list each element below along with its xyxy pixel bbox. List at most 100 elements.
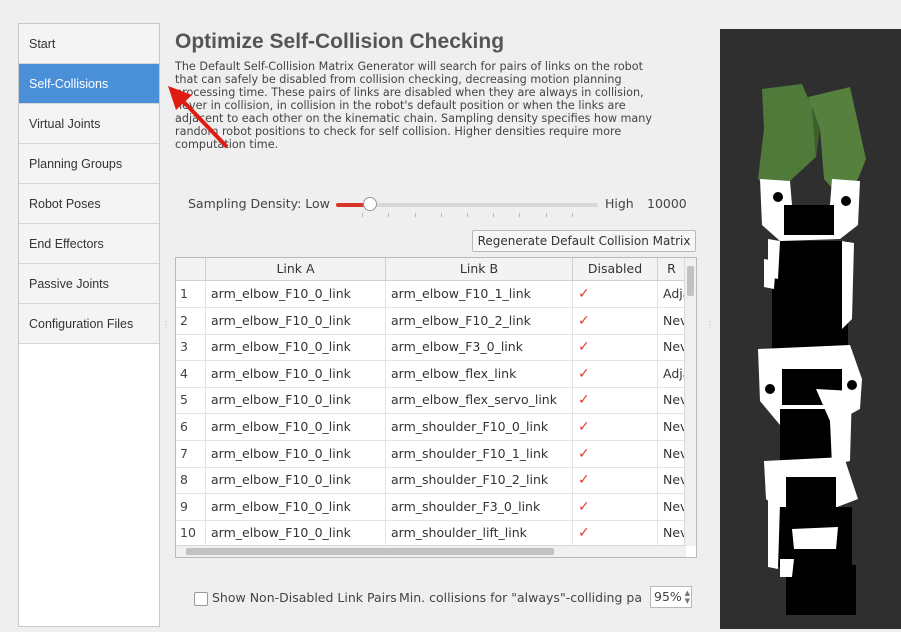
sidebar-item-start[interactable]: Start xyxy=(19,24,159,64)
description-line: random robot positions to check for self… xyxy=(175,125,622,138)
cell-disabled-checkbox[interactable]: ✓ xyxy=(573,307,658,334)
cell-link-a: arm_elbow_F10_0_link xyxy=(206,414,386,440)
vertical-scroll-thumb[interactable] xyxy=(687,266,694,296)
cell-reason: Adja xyxy=(658,281,686,307)
sidebar-item-virtual-joints[interactable]: Virtual Joints xyxy=(19,104,159,144)
table-row[interactable]: 5 arm_elbow_F10_0_link arm_elbow_flex_serv… xyxy=(176,387,686,415)
cell-disabled-checkbox[interactable]: ✓ xyxy=(573,467,658,494)
sidebar-item-end-effectors[interactable]: End Effectors xyxy=(19,224,159,264)
spin-down-icon[interactable]: ▼ xyxy=(685,597,690,605)
sampling-density-label: Sampling Density: Low xyxy=(188,196,330,211)
sidebar-item-robot-poses[interactable]: Robot Poses xyxy=(19,184,159,224)
sampling-density-row: Sampling Density: Low High 10000 xyxy=(188,195,708,217)
cell-disabled-checkbox[interactable]: ✓ xyxy=(573,493,658,520)
slider-handle[interactable] xyxy=(363,197,378,211)
sidebar-item-self-collisions[interactable]: Self-Collisions xyxy=(19,64,159,104)
cell-link-b: arm_elbow_F10_2_link xyxy=(386,307,573,334)
robot-3d-viewport[interactable] xyxy=(720,29,901,629)
cell-disabled-checkbox[interactable]: ✓ xyxy=(573,360,658,387)
splitter-handle-left-icon[interactable]: ⋮ xyxy=(162,320,170,329)
description-line: computation time. xyxy=(175,138,279,151)
cell-link-a: arm_elbow_F10_0_link xyxy=(206,307,386,334)
regenerate-collision-matrix-button[interactable]: Regenerate Default Collision Matrix xyxy=(472,230,696,252)
description-line: adjacent to each other on the kinematic … xyxy=(175,112,652,125)
table-row[interactable]: 10 arm_elbow_F10_0_link arm_shoulder_lift_… xyxy=(176,520,686,548)
table-row[interactable]: 4 arm_elbow_F10_0_link arm_elbow_flex_link… xyxy=(176,360,686,388)
cell-link-b: arm_shoulder_F10_2_link xyxy=(386,467,573,494)
table-row[interactable]: 2 arm_elbow_F10_0_link arm_elbow_F10_2_lin… xyxy=(176,307,686,335)
cell-disabled-checkbox[interactable]: ✓ xyxy=(573,520,658,547)
slider-tick xyxy=(519,213,521,217)
sidebar-item-configuration-files[interactable]: Configuration Files xyxy=(19,304,159,344)
cell-link-b: arm_elbow_flex_servo_link xyxy=(386,387,573,414)
cell-link-b: arm_elbow_F10_1_link xyxy=(386,281,573,307)
collision-matrix-table: Link A Link B Disabled R 1 arm_elbow_F10_… xyxy=(175,257,697,558)
cell-link-b: arm_shoulder_F10_1_link xyxy=(386,440,573,467)
column-header-reason[interactable]: R xyxy=(658,258,686,280)
sampling-density-value: 10000 xyxy=(647,196,687,211)
cell-link-a: arm_elbow_F10_0_link xyxy=(206,493,386,520)
check-icon[interactable]: ✓ xyxy=(578,525,590,541)
spin-up-icon[interactable]: ▲ xyxy=(685,589,690,597)
description-line: that can safely be disabled from collisi… xyxy=(175,73,622,86)
table-row[interactable]: 8 arm_elbow_F10_0_link arm_shoulder_F10_2_… xyxy=(176,467,686,495)
cell-reason: Nev xyxy=(658,493,686,520)
cell-reason: Nev xyxy=(658,467,686,494)
cell-reason: Nev xyxy=(658,387,686,414)
cell-index: 2 xyxy=(176,307,206,334)
cell-link-a: arm_elbow_F10_0_link xyxy=(206,467,386,494)
cell-link-a: arm_elbow_F10_0_link xyxy=(206,440,386,467)
min-collisions-label: Min. collisions for "always"-colliding p… xyxy=(399,590,642,605)
slider-tick xyxy=(440,213,442,217)
cell-disabled-checkbox[interactable]: ✓ xyxy=(573,440,658,467)
column-header-link-a[interactable]: Link A xyxy=(206,258,386,280)
table-row[interactable]: 7 arm_elbow_F10_0_link arm_shoulder_F10_1_… xyxy=(176,440,686,468)
cell-index: 3 xyxy=(176,334,206,361)
table-row[interactable]: 9 arm_elbow_F10_0_link arm_shoulder_F3_0_l… xyxy=(176,493,686,521)
cell-disabled-checkbox[interactable]: ✓ xyxy=(573,387,658,414)
table-horizontal-scrollbar[interactable] xyxy=(176,545,686,557)
cell-reason: Adja xyxy=(658,360,686,387)
table-vertical-scrollbar[interactable] xyxy=(684,258,696,546)
min-collisions-value: 95% xyxy=(654,589,682,604)
column-header-disabled[interactable]: Disabled xyxy=(573,258,658,280)
table-row[interactable]: 3 arm_elbow_F10_0_link arm_elbow_F3_0_link… xyxy=(176,334,686,362)
sidebar-item-passive-joints[interactable]: Passive Joints xyxy=(19,264,159,304)
check-icon[interactable]: ✓ xyxy=(578,339,590,355)
min-collisions-spinbox[interactable]: 95% ▲ ▼ xyxy=(650,586,692,608)
slider-tick xyxy=(545,213,547,217)
cell-reason: Nev xyxy=(658,520,686,547)
horizontal-scroll-thumb[interactable] xyxy=(186,548,554,555)
spin-arrows[interactable]: ▲ ▼ xyxy=(685,589,690,605)
cell-link-b: arm_shoulder_lift_link xyxy=(386,520,573,547)
slider-tick xyxy=(493,213,495,217)
check-icon[interactable]: ✓ xyxy=(578,366,590,382)
cell-disabled-checkbox[interactable]: ✓ xyxy=(573,281,658,307)
sampling-density-slider[interactable] xyxy=(336,197,598,217)
servo-block-icon xyxy=(764,239,854,351)
splitter-handle-right-icon[interactable]: ⋮ xyxy=(706,320,714,329)
check-icon[interactable]: ✓ xyxy=(578,286,590,302)
check-icon[interactable]: ✓ xyxy=(578,419,590,435)
cell-reason: Nev xyxy=(658,440,686,467)
check-icon[interactable]: ✓ xyxy=(578,313,590,329)
cell-reason: Nev xyxy=(658,334,686,361)
cell-index: 6 xyxy=(176,414,206,440)
check-icon[interactable]: ✓ xyxy=(578,472,590,488)
table-row[interactable]: 1 arm_elbow_F10_0_link arm_elbow_F10_1_lin… xyxy=(176,281,686,308)
column-header-link-b[interactable]: Link B xyxy=(386,258,573,280)
cell-index: 5 xyxy=(176,387,206,414)
check-icon[interactable]: ✓ xyxy=(578,446,590,462)
check-icon[interactable]: ✓ xyxy=(578,392,590,408)
check-icon[interactable]: ✓ xyxy=(578,499,590,515)
column-header-index[interactable] xyxy=(176,258,206,280)
sidebar-item-planning-groups[interactable]: Planning Groups xyxy=(19,144,159,184)
cell-index: 8 xyxy=(176,467,206,494)
robot-arm-model xyxy=(758,84,866,615)
joint-upper-icon xyxy=(760,179,860,241)
show-non-disabled-checkbox[interactable] xyxy=(194,592,208,606)
cell-disabled-checkbox[interactable]: ✓ xyxy=(573,414,658,440)
cell-reason: Nev xyxy=(658,414,686,440)
table-row[interactable]: 6 arm_elbow_F10_0_link arm_shoulder_F10_0_… xyxy=(176,414,686,441)
cell-disabled-checkbox[interactable]: ✓ xyxy=(573,334,658,361)
